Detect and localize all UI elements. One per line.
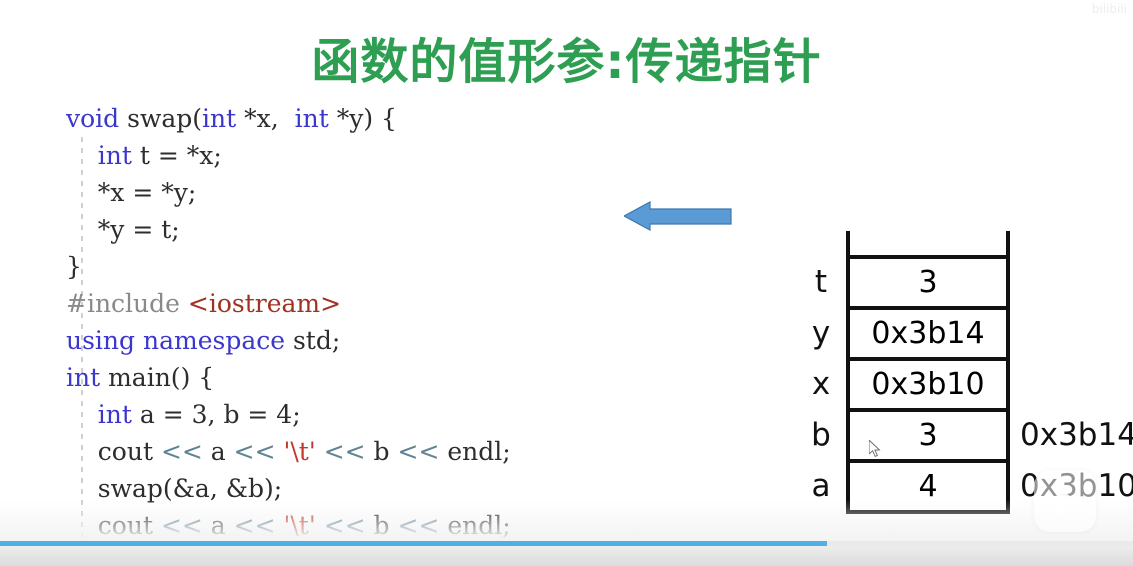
memory-cell-value: 3 xyxy=(918,265,938,300)
code-line: cout << a << '\t' << b << endl; xyxy=(66,507,706,544)
code-line: using namespace std; xyxy=(66,322,706,359)
code-token: << xyxy=(160,511,203,540)
code-token: cout xyxy=(66,437,161,466)
code-token: '\t' xyxy=(283,437,316,466)
code-token: << xyxy=(323,437,366,466)
memory-cell: 0x3b10 x xyxy=(812,361,1010,412)
code-token: int xyxy=(202,104,237,133)
mouse-cursor-icon xyxy=(868,438,883,458)
code-token: b xyxy=(365,437,398,466)
memory-row-label: x xyxy=(811,366,831,402)
memory-row-address: 0x3b14 xyxy=(1020,417,1133,453)
code-line: int a = 3, b = 4; xyxy=(66,396,706,433)
play-button-watermark-icon xyxy=(1034,470,1096,532)
code-token: a xyxy=(202,437,234,466)
code-line: cout << a << '\t' << b << endl; xyxy=(66,433,706,470)
code-token: *x = *y; xyxy=(66,178,197,207)
memory-cell-value: 3 xyxy=(918,418,938,453)
video-player-controls-bar[interactable]: ▶◀))⚙▤⏩▣⛶ xyxy=(0,546,1133,566)
code-token: main() { xyxy=(100,363,215,392)
code-token: int xyxy=(97,141,132,170)
code-token: << xyxy=(233,437,276,466)
code-line: int main() { xyxy=(66,359,706,396)
code-token: using namespace xyxy=(66,326,286,355)
memory-cell-value: 4 xyxy=(918,469,938,504)
memory-row-label: t xyxy=(814,264,828,300)
code-token: std; xyxy=(285,326,341,355)
code-line: int t = *x; xyxy=(66,137,706,174)
code-token: endl; xyxy=(439,437,511,466)
code-token: swap(&a, &b); xyxy=(66,474,283,503)
code-line: void swap(int *x, int *y) { xyxy=(66,100,706,137)
memory-row-label: b xyxy=(811,417,831,453)
memory-cell: 4a0x3b10 xyxy=(812,463,1133,514)
code-line: #include <iostream> xyxy=(66,285,706,322)
code-token: int xyxy=(66,363,101,392)
code-token: << xyxy=(233,511,276,540)
left-arrow-annotation-icon xyxy=(622,200,732,232)
memory-stack-table: 3t0x3b14y0x3b10x3b0x3b144a0x3b10 xyxy=(811,231,1133,516)
code-token: void xyxy=(66,104,120,133)
page-title: 函数的值形参:传递指针 xyxy=(311,34,822,90)
code-token: t = *x; xyxy=(131,141,222,170)
code-token: *y) { xyxy=(328,104,397,133)
code-token: ( xyxy=(192,104,203,133)
code-token: int xyxy=(294,104,329,133)
code-token: } xyxy=(66,252,82,281)
memory-cell xyxy=(846,231,1010,259)
code-token: << xyxy=(160,437,203,466)
code-token: #include xyxy=(66,289,188,318)
code-token: <iostream> xyxy=(187,289,342,318)
memory-cell-value: 0x3b10 xyxy=(871,367,985,402)
code-token: << xyxy=(323,511,366,540)
code-token: a xyxy=(202,511,234,540)
code-token: int xyxy=(97,400,132,429)
code-token: b xyxy=(365,511,398,540)
memory-row-label: a xyxy=(811,468,831,504)
memory-cell-value: 0x3b14 xyxy=(871,316,985,351)
memory-cell: 3t xyxy=(815,259,1010,310)
code-token: << xyxy=(397,511,440,540)
code-block: void swap(int *x, int *y) { int t = *x; … xyxy=(66,100,706,566)
code-line: swap(&a, &b); xyxy=(66,470,706,507)
code-token: << xyxy=(397,437,440,466)
memory-cell: 0x3b14 y xyxy=(812,310,1010,361)
code-token: a = 3, b = 4; xyxy=(131,400,301,429)
code-line: *x = *y; xyxy=(66,174,706,211)
code-token: endl; xyxy=(439,511,511,540)
site-watermark: bilibili xyxy=(1091,2,1127,16)
code-token: '\t' xyxy=(283,511,316,540)
code-token: *x, xyxy=(236,104,295,133)
slide-screenshot: 函数的值形参:传递指针 void swap(int *x, int *y) { … xyxy=(0,0,1133,566)
code-token: swap xyxy=(119,104,193,133)
code-token: *y = t; xyxy=(66,215,180,244)
code-line: *y = t; xyxy=(66,211,706,248)
code-token: cout xyxy=(66,511,161,540)
code-line: } xyxy=(66,248,706,285)
play-triangle-icon xyxy=(1057,487,1077,515)
memory-row-label: y xyxy=(811,315,831,351)
